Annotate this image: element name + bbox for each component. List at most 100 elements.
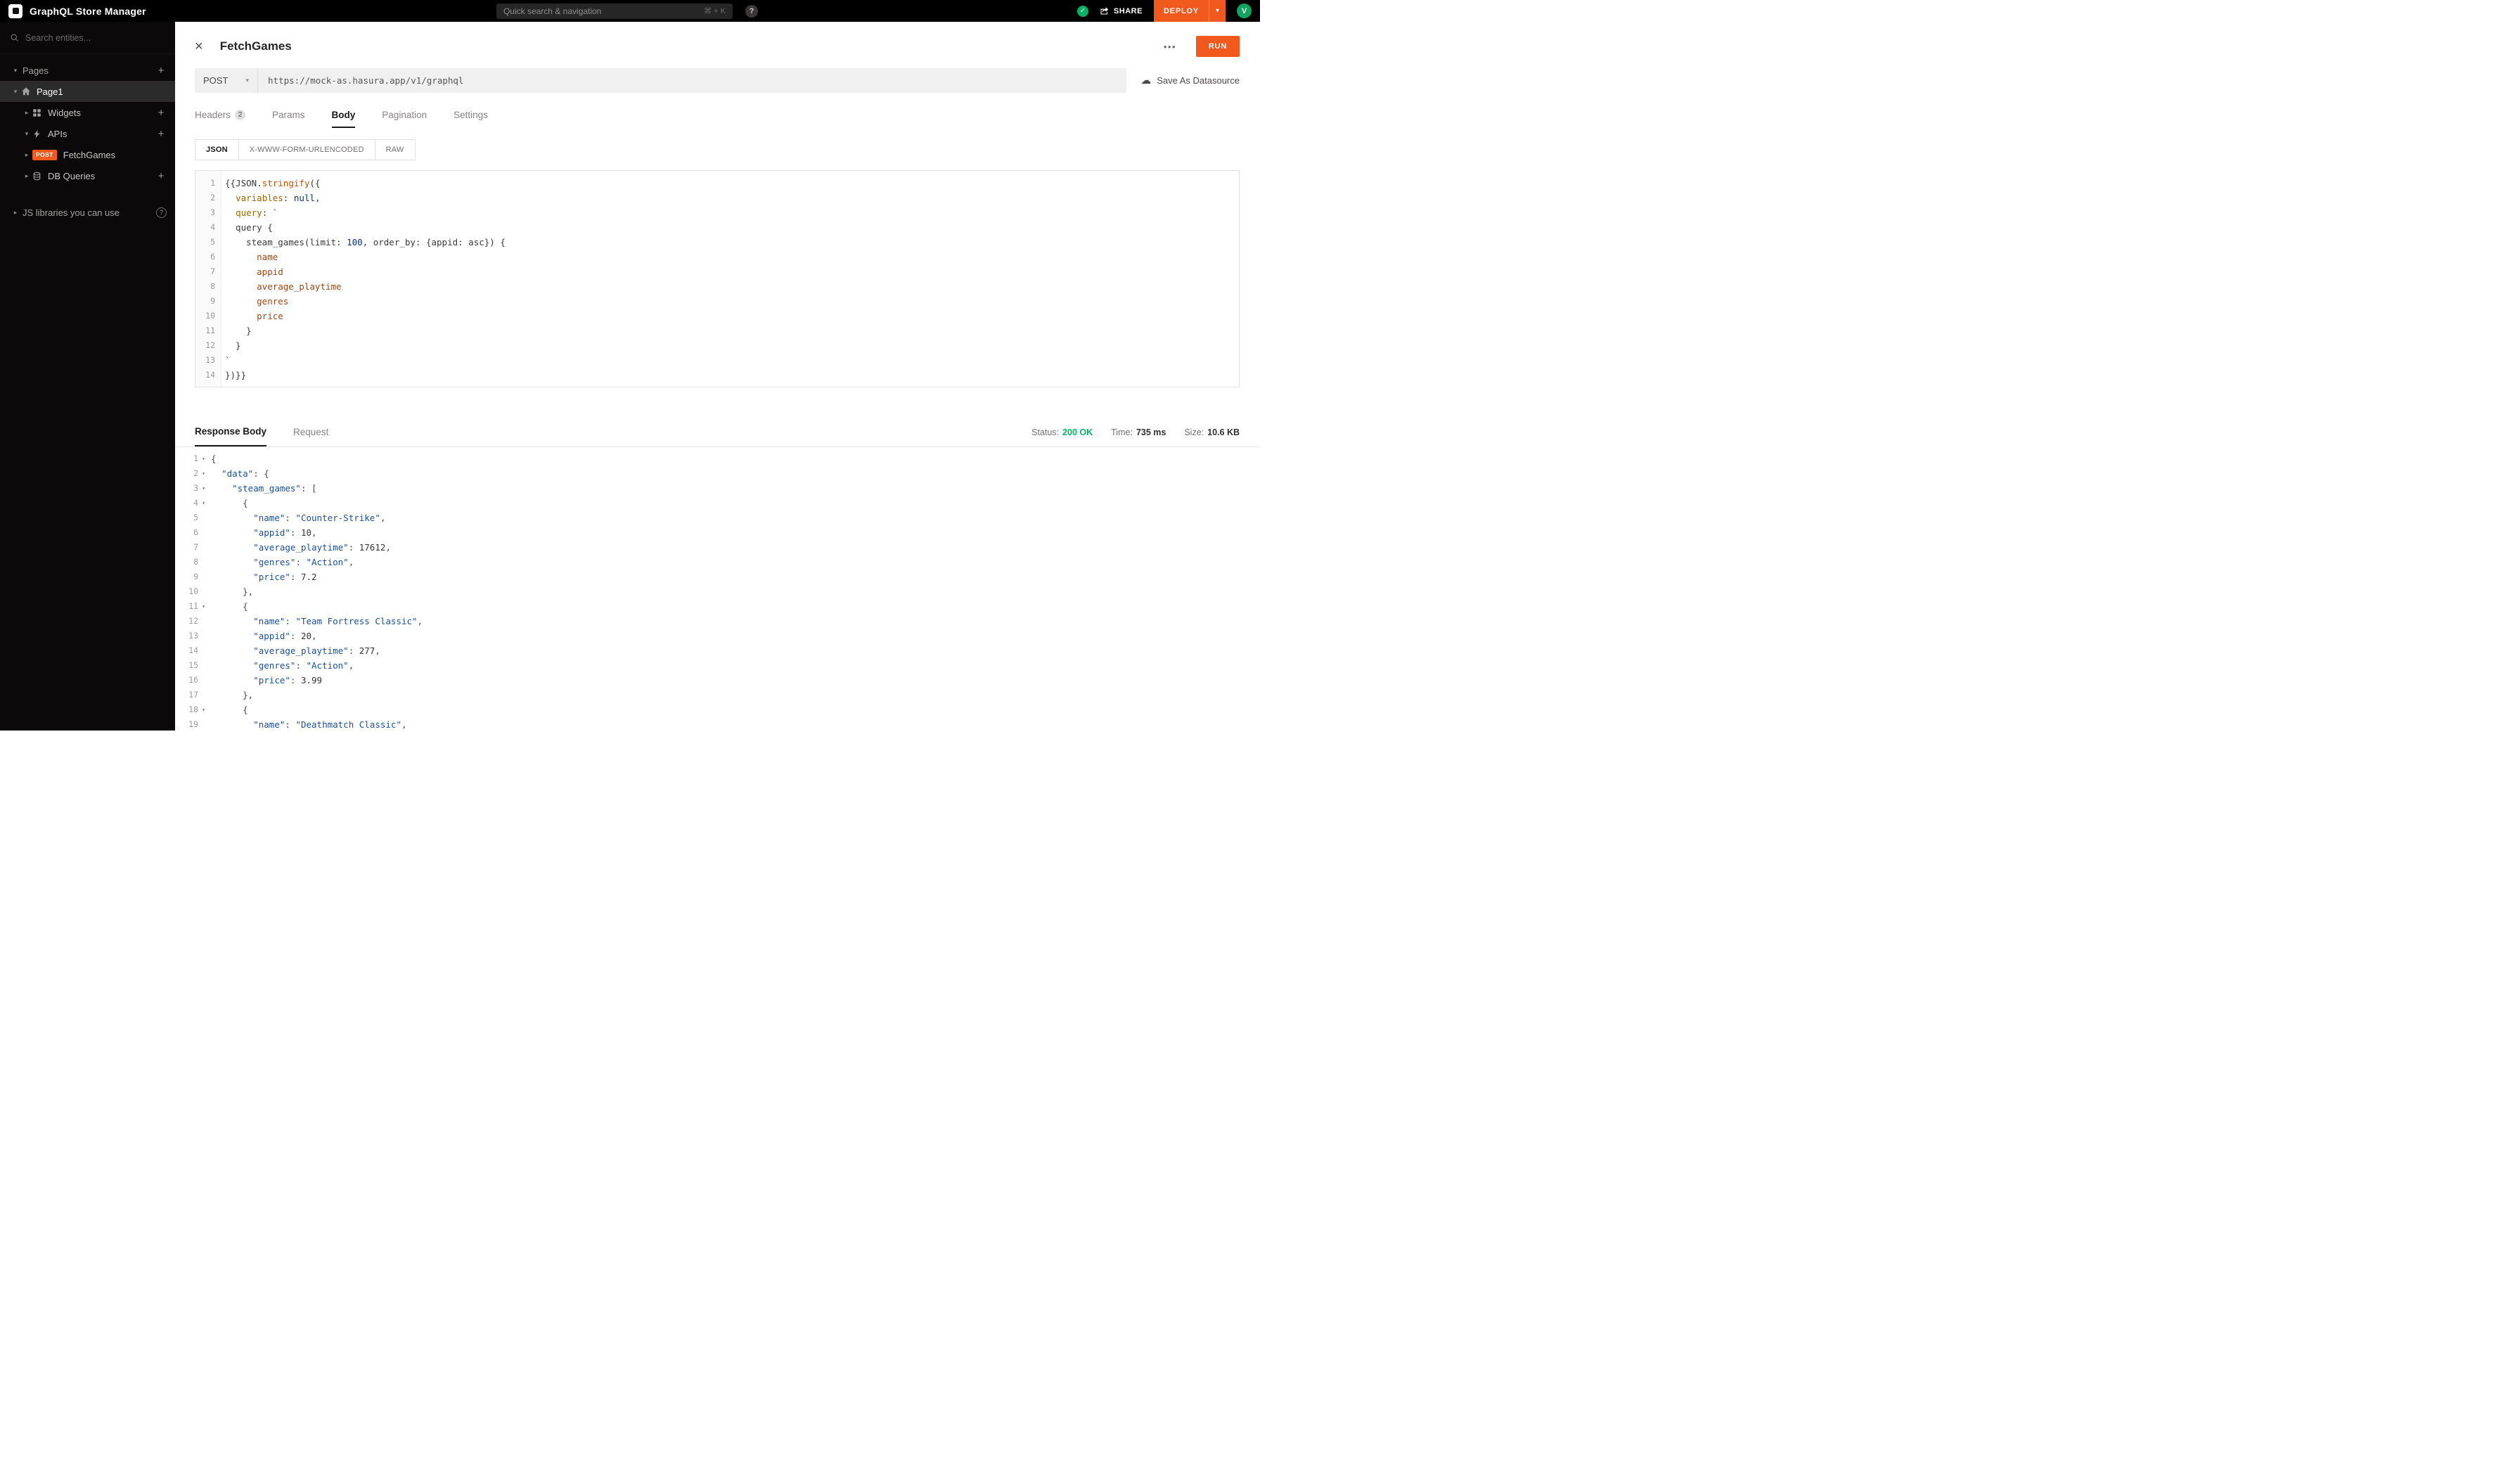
- size-value: 10.6 KB: [1207, 427, 1240, 437]
- sidebar-item-page1[interactable]: ▾Page1: [0, 81, 175, 102]
- code-text: "steam_games": [: [209, 481, 317, 496]
- editor-line: 1{{JSON.stringify({: [195, 176, 1239, 191]
- add-page-button[interactable]: +: [155, 65, 167, 76]
- tab-body[interactable]: Body: [332, 110, 356, 128]
- line-number: 11: [175, 599, 198, 614]
- chevron-right-icon[interactable]: ▸: [21, 172, 32, 180]
- code-text: {: [209, 599, 248, 614]
- line-number: 14: [175, 643, 198, 658]
- collapse-caret-icon[interactable]: ▾: [198, 599, 209, 614]
- tab-params[interactable]: Params: [272, 110, 305, 128]
- code-text: `: [221, 353, 231, 368]
- logo-glyph: [13, 8, 19, 14]
- tab-request[interactable]: Request: [293, 418, 328, 446]
- sidebar-item-fetchgames[interactable]: ▸POSTFetchGames: [0, 144, 175, 165]
- deploy-menu-caret-icon[interactable]: ▾: [1209, 0, 1226, 22]
- code-text: "data": {: [209, 466, 269, 481]
- response-line: 7 "average_playtime": 17612,: [175, 540, 1260, 555]
- code-text: appid: [221, 264, 283, 279]
- line-number: 6: [175, 525, 198, 540]
- body-format-tabs: JSONX-WWW-FORM-URLENCODEDRAW: [195, 139, 416, 160]
- code-text: "price": 3.99: [209, 673, 322, 688]
- sidebar-item-db-queries[interactable]: ▸DB Queries+: [0, 165, 175, 186]
- response-line: 8 "genres": "Action",: [175, 555, 1260, 569]
- headers-count-badge: 2: [235, 110, 245, 120]
- chevron-right-icon[interactable]: ▸: [21, 109, 32, 117]
- js-libraries-help-icon[interactable]: ?: [156, 207, 167, 218]
- code-text: "price": 7.2: [209, 569, 317, 584]
- caret-spacer: [198, 510, 209, 525]
- chevron-down-icon: ▾: [245, 77, 249, 84]
- pages-section-header[interactable]: ▾ Pages +: [0, 60, 175, 81]
- tab-headers[interactable]: Headers2: [195, 110, 245, 128]
- chevron-down-icon[interactable]: ▾: [10, 67, 21, 75]
- body-format-tab-json[interactable]: JSON: [195, 140, 239, 160]
- help-icon[interactable]: ?: [745, 5, 758, 18]
- sidebar-item-label: FetchGames: [63, 150, 115, 160]
- more-actions-icon[interactable]: •••: [1164, 41, 1176, 52]
- caret-spacer: [198, 688, 209, 702]
- run-button[interactable]: RUN: [1196, 36, 1240, 57]
- response-meta: Status:200 OK Time:735 ms Size:10.6 KB: [1031, 418, 1240, 446]
- pages-label: Pages: [22, 65, 49, 76]
- caret-spacer: [198, 673, 209, 688]
- app-logo-icon[interactable]: [8, 4, 22, 18]
- share-button[interactable]: SHARE: [1100, 6, 1143, 15]
- collapse-caret-icon[interactable]: ▾: [198, 481, 209, 496]
- sidebar-item-widgets[interactable]: ▸Widgets+: [0, 102, 175, 123]
- url-row: POST ▾ https://mock-as.hasura.app/v1/gra…: [195, 68, 1240, 93]
- chevron-right-icon[interactable]: ▸: [21, 151, 32, 159]
- response-line: 9 "price": 7.2: [175, 569, 1260, 584]
- app-title: GraphQL Store Manager: [30, 6, 146, 17]
- tab-pagination[interactable]: Pagination: [382, 110, 427, 128]
- response-line: 3▾ "steam_games": [: [175, 481, 1260, 496]
- code-text: "name": "Deathmatch Classic",: [209, 717, 406, 730]
- line-number: 3: [175, 481, 198, 496]
- line-number: 19: [175, 717, 198, 730]
- sidebar-item-js-libraries[interactable]: ▸ JS libraries you can use ?: [0, 202, 175, 223]
- code-text: price: [221, 309, 283, 323]
- pages-section: ▾ Pages + ▾Page1▸Widgets+▾APIs+▸POSTFetc…: [0, 54, 175, 186]
- body-format-tab-raw[interactable]: RAW: [375, 140, 415, 160]
- save-as-datasource-button[interactable]: ☁ Save As Datasource: [1140, 75, 1240, 86]
- response-body-viewer[interactable]: 1▾{2▾ "data": {3▾ "steam_games": [4▾ {5 …: [175, 447, 1260, 730]
- add-button[interactable]: +: [155, 129, 167, 139]
- collapse-caret-icon[interactable]: ▾: [198, 702, 209, 717]
- collapse-caret-icon[interactable]: ▾: [198, 466, 209, 481]
- url-input[interactable]: https://mock-as.hasura.app/v1/graphql: [258, 68, 1126, 93]
- sidebar-item-apis[interactable]: ▾APIs+: [0, 123, 175, 144]
- deploy-button[interactable]: DEPLOY: [1154, 0, 1209, 22]
- add-button[interactable]: +: [155, 108, 167, 118]
- quick-search-input[interactable]: Quick search & navigation ⌘ + K: [496, 4, 733, 19]
- tab-settings[interactable]: Settings: [454, 110, 488, 128]
- entity-search-input[interactable]: Search entities...: [0, 22, 175, 54]
- caret-spacer: [198, 584, 209, 599]
- js-libraries-label: JS libraries you can use: [22, 207, 120, 218]
- caret-spacer: [198, 540, 209, 555]
- code-text: genres: [221, 294, 288, 309]
- home-icon: [21, 86, 35, 96]
- line-number: 13: [195, 353, 221, 368]
- topbar: GraphQL Store Manager Quick search & nav…: [0, 0, 1260, 22]
- collapse-caret-icon[interactable]: ▾: [198, 451, 209, 466]
- close-icon[interactable]: ×: [195, 39, 203, 53]
- chevron-down-icon[interactable]: ▾: [21, 130, 32, 138]
- response-header: Response Body Request Status:200 OK Time:…: [175, 418, 1260, 447]
- editor-line: 14})}}: [195, 368, 1239, 382]
- body-format-tab-x-www-form-urlencoded[interactable]: X-WWW-FORM-URLENCODED: [239, 140, 375, 160]
- tab-response-body[interactable]: Response Body: [195, 418, 266, 446]
- collapse-caret-icon[interactable]: ▾: [198, 496, 209, 510]
- request-body-editor[interactable]: 1{{JSON.stringify({2 variables: null,3 q…: [195, 170, 1240, 387]
- chevron-down-icon[interactable]: ▾: [10, 88, 21, 96]
- widgets-icon: [32, 108, 46, 117]
- line-number: 4: [195, 220, 221, 235]
- caret-spacer: [198, 569, 209, 584]
- editor-line: 4 query {: [195, 220, 1239, 235]
- chevron-right-icon[interactable]: ▸: [10, 209, 21, 217]
- http-method-select[interactable]: POST ▾: [195, 68, 258, 93]
- response-size: Size:10.6 KB: [1184, 427, 1240, 437]
- entity-explorer-sidebar: Search entities... ▾ Pages + ▾Page1▸Widg…: [0, 22, 175, 730]
- avatar[interactable]: V: [1237, 4, 1252, 18]
- code-text: "average_playtime": 17612,: [209, 540, 391, 555]
- add-button[interactable]: +: [155, 171, 167, 181]
